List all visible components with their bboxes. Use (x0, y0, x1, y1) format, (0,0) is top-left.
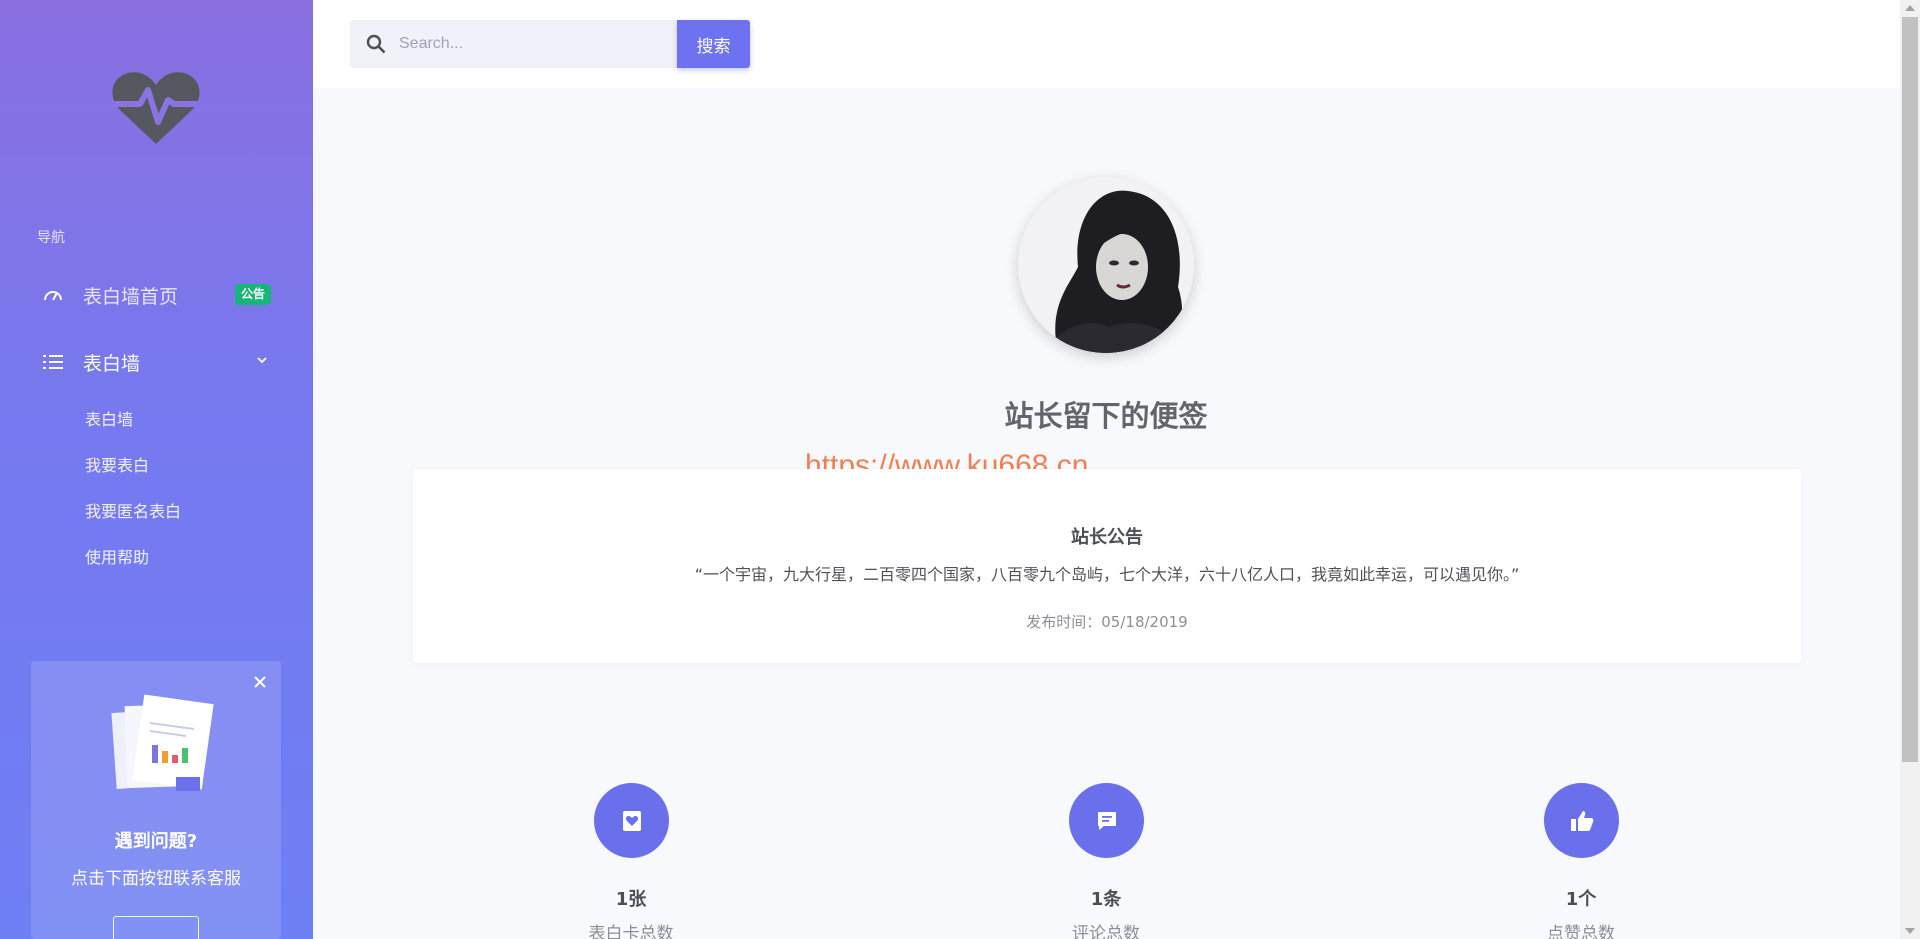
contact-support-button[interactable] (113, 916, 199, 939)
chevron-down-icon (257, 357, 267, 364)
sidebar-subitem-anonymous-confess[interactable]: 我要匿名表白 (85, 498, 181, 522)
documents-illustration (111, 694, 214, 791)
stat-label: 点赞总数 (1547, 924, 1615, 939)
sidebar-item-wall[interactable]: 表白墙 (0, 340, 313, 384)
help-card: 遇到问题? 点击下面按钮联系客服 (31, 661, 281, 939)
notice-title: 站长公告 (1071, 527, 1143, 548)
sidebar-subitem-confess[interactable]: 我要表白 (85, 452, 149, 476)
topbar (313, 0, 1900, 88)
sidebar-subitem-wall[interactable]: 表白墙 (85, 406, 133, 430)
portrait-image (1018, 177, 1194, 353)
card-heart-icon (594, 783, 669, 858)
sidebar: 导航 表白墙首页 公告 表白墙 表白墙 我要表白 我要匿名表白 使用帮助 遇到问… (0, 0, 313, 939)
help-title: 遇到问题? (114, 831, 198, 852)
notice-text: “一个宇宙，九大行星，二百零四个国家，八百零九个岛屿，七个大洋，六十八亿人口，我… (694, 565, 1520, 584)
search-button[interactable]: 搜索 (677, 20, 750, 68)
nav-caption: 导航 (37, 230, 65, 246)
list-icon (42, 351, 64, 373)
notice-card: 站长公告 “一个宇宙，九大行星，二百零四个国家，八百零九个岛屿，七个大洋，六十八… (413, 469, 1801, 663)
scroll-thumb[interactable] (1902, 17, 1918, 762)
avatar (1018, 177, 1194, 353)
sidebar-item-home[interactable]: 表白墙首页 公告 (0, 273, 313, 317)
search-input[interactable] (399, 20, 639, 68)
page-title: 站长留下的便签 (1004, 399, 1208, 433)
search-box (350, 20, 691, 68)
sidebar-subitem-help[interactable]: 使用帮助 (85, 544, 149, 568)
sidebar-item-label: 表白墙 (83, 352, 141, 375)
help-text: 点击下面按钮联系客服 (71, 869, 241, 889)
thumbs-up-icon (1544, 783, 1619, 858)
stat-label: 评论总数 (1072, 924, 1140, 939)
scrollbar[interactable] (1900, 0, 1920, 939)
notice-date: 发布时间：05/18/2019 (1026, 613, 1188, 631)
stat-value: 1张 (615, 889, 647, 910)
scroll-down-arrow-icon[interactable] (1905, 928, 1915, 934)
search-icon (366, 34, 386, 54)
comment-icon (1069, 783, 1144, 858)
heart-pulse-icon[interactable] (112, 70, 200, 146)
stat-label: 表白卡总数 (588, 924, 674, 939)
scroll-up-arrow-icon[interactable] (1905, 5, 1915, 11)
stat-value: 1个 (1565, 889, 1597, 910)
app-root: 导航 表白墙首页 公告 表白墙 表白墙 我要表白 我要匿名表白 使用帮助 遇到问… (0, 0, 1920, 939)
announcement-badge: 公告 (235, 284, 272, 305)
close-icon[interactable] (253, 675, 267, 689)
speedometer-icon (42, 284, 64, 306)
stat-value: 1条 (1090, 889, 1122, 910)
sidebar-item-label: 表白墙首页 (83, 285, 179, 308)
